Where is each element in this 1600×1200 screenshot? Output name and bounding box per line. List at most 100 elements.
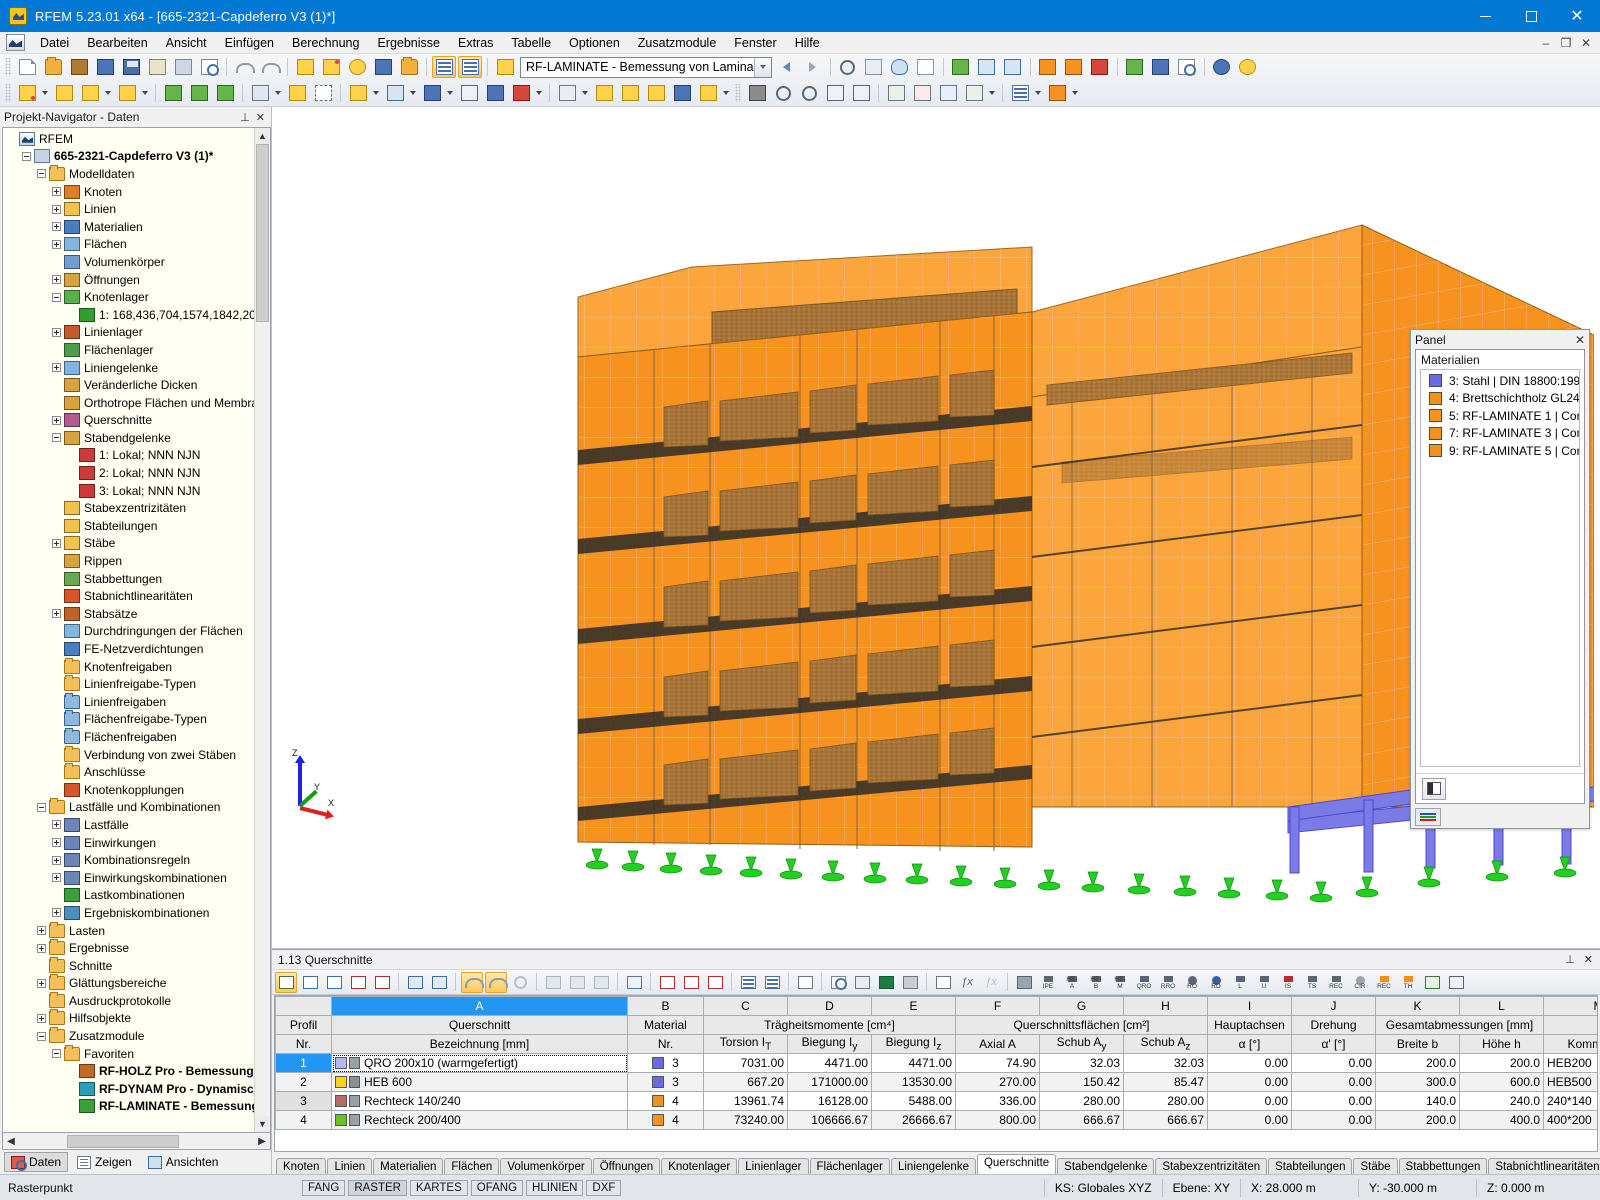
tree-item-rfem[interactable]: RFEM xyxy=(7,130,270,148)
section-type-ro-button[interactable]: RO xyxy=(1181,972,1203,993)
section-type-ipe-button[interactable]: IPE xyxy=(1037,972,1059,993)
col-letter-b[interactable]: B xyxy=(627,996,704,1016)
view-negy-button[interactable] xyxy=(962,82,986,104)
new-node-button[interactable] xyxy=(15,82,39,104)
mdi-minimize-icon[interactable]: ‒ xyxy=(1538,36,1554,50)
mirror-button[interactable] xyxy=(618,82,642,104)
legend-item[interactable]: 7: RF-LAMINATE 3 | Con xyxy=(1421,425,1579,443)
scroll-left-icon[interactable]: ◀ xyxy=(3,1136,19,1147)
refresh-table-button[interactable] xyxy=(509,972,531,993)
toolbar-grip[interactable] xyxy=(5,58,11,76)
tree-item-volumenkörper[interactable]: Volumenkörper xyxy=(7,253,270,271)
sheet-tab-stabbettungen[interactable]: Stabbettungen xyxy=(1398,1158,1488,1174)
col-letter-e[interactable]: E xyxy=(871,996,956,1016)
menu-einfuegen[interactable]: Einfügen xyxy=(216,34,283,52)
cell-comment[interactable]: HEB200 xyxy=(1543,1053,1597,1073)
tree-item-stabendgelenke[interactable]: Stabendgelenke xyxy=(7,429,270,447)
redo-button[interactable] xyxy=(258,56,282,78)
cell-axial-a[interactable]: 800.00 xyxy=(955,1110,1040,1130)
table-style-button[interactable] xyxy=(737,972,759,993)
redo-table-button[interactable] xyxy=(485,971,508,993)
minimize-button[interactable] xyxy=(1462,0,1508,32)
tree-item-stabnichtlinearitäten[interactable]: Stabnichtlinearitäten xyxy=(7,587,270,605)
maximize-button[interactable] xyxy=(1508,0,1554,32)
tree-item-ergebniskombinationen[interactable]: Ergebniskombinationen xyxy=(7,904,270,922)
tree-item-knotenkopplungen[interactable]: Knotenkopplungen xyxy=(7,781,270,799)
mdi-close-icon[interactable]: ✕ xyxy=(1578,36,1594,50)
menu-ansicht[interactable]: Ansicht xyxy=(157,34,216,52)
sheet-tab-linienlager[interactable]: Linienlager xyxy=(738,1158,809,1174)
cell-material-no[interactable]: 3 xyxy=(627,1072,704,1092)
cell-axial-a[interactable]: 74.90 xyxy=(955,1053,1040,1073)
sheet-tab-knotenlager[interactable]: Knotenlager xyxy=(661,1158,738,1174)
view-dropdown-caret[interactable] xyxy=(987,82,996,104)
tree-expand-icon[interactable] xyxy=(37,1013,46,1023)
panel-colorbar-icon[interactable] xyxy=(1415,808,1441,826)
tree-item-fe-netzverdichtungen[interactable]: FE-Netzverdichtungen xyxy=(7,640,270,658)
table-pin-icon[interactable]: ⊥ xyxy=(1565,953,1575,966)
move-dropdown-caret[interactable] xyxy=(580,82,589,104)
new-line2-button[interactable] xyxy=(78,82,102,104)
tree-expand-icon[interactable] xyxy=(52,838,61,848)
cell-biegung-iy[interactable]: 16128.00 xyxy=(787,1091,872,1111)
menu-hilfe[interactable]: Hilfe xyxy=(786,34,829,52)
toolbar-grip[interactable] xyxy=(5,84,11,102)
menu-zusatzmodule[interactable]: Zusatzmodule xyxy=(629,34,726,52)
new-button[interactable] xyxy=(15,56,39,78)
tree-collapse-icon[interactable] xyxy=(52,292,61,302)
cell-alpha-prime[interactable]: 0.00 xyxy=(1291,1091,1376,1111)
status-toggle-hlinien[interactable]: HLINIEN xyxy=(526,1179,584,1196)
show-grid-button[interactable] xyxy=(458,56,482,78)
help-button[interactable] xyxy=(1236,56,1260,78)
load-result-button[interactable] xyxy=(862,56,886,78)
cell-biegung-iz[interactable]: 26666.67 xyxy=(871,1110,956,1130)
surface-dropdown-caret[interactable] xyxy=(371,82,380,104)
menu-optionen[interactable]: Optionen xyxy=(560,34,629,52)
zoom-out-button[interactable] xyxy=(797,82,821,104)
insert-after-button[interactable] xyxy=(704,972,726,993)
tree-expand-icon[interactable] xyxy=(52,275,61,285)
close-button[interactable]: ✕ xyxy=(1554,0,1600,32)
member-dropdown-caret[interactable] xyxy=(534,82,543,104)
dimension-button[interactable] xyxy=(248,82,272,104)
show-table-button[interactable] xyxy=(432,56,456,78)
undo-table-button[interactable] xyxy=(461,971,484,993)
tree-item-rf-dynam-pro-dynamisch[interactable]: RF-DYNAM Pro - Dynamisch xyxy=(7,1080,270,1098)
cell-schub-ay[interactable]: 280.00 xyxy=(1039,1091,1124,1111)
sheet-tab-volumenkörper[interactable]: Volumenkörper xyxy=(500,1158,592,1174)
col-letter-i[interactable]: I xyxy=(1207,996,1292,1016)
view-z-button[interactable] xyxy=(936,82,960,104)
status-toggle-kartes[interactable]: KARTES xyxy=(409,1179,468,1196)
tree-item-stabsätze[interactable]: Stabsätze xyxy=(7,605,270,623)
tree-collapse-icon[interactable] xyxy=(52,1049,61,1059)
blocks-button[interactable] xyxy=(93,56,117,78)
cell-section-name[interactable]: HEB 600 xyxy=(331,1072,628,1092)
cell-biegung-iz[interactable]: 13530.00 xyxy=(871,1072,956,1092)
loads3-button[interactable] xyxy=(1088,56,1112,78)
sheet-tab-flächen[interactable]: Flächen xyxy=(444,1158,500,1174)
open-model-button[interactable] xyxy=(67,56,91,78)
nodal-support-button[interactable] xyxy=(161,82,185,104)
cell-schub-ay[interactable]: 32.03 xyxy=(1039,1053,1124,1073)
rotate-button[interactable] xyxy=(592,82,616,104)
cell-axial-a[interactable]: 336.00 xyxy=(955,1091,1040,1111)
surface-support-button[interactable] xyxy=(213,82,237,104)
select-add-button[interactable] xyxy=(371,56,395,78)
delete-rows-button[interactable] xyxy=(656,972,678,993)
printout-button[interactable] xyxy=(1175,56,1199,78)
cross-section-table[interactable]: A B C D E F G H I J K L Profil Querschni… xyxy=(274,995,1598,1152)
tree-expand-icon[interactable] xyxy=(52,363,61,373)
next-module-button[interactable] xyxy=(801,56,825,78)
sheet-tab-materialien[interactable]: Materialien xyxy=(373,1158,444,1174)
copy-objects-button[interactable] xyxy=(397,56,421,78)
solid-dropdown-caret[interactable] xyxy=(445,82,454,104)
section-type-hem-button[interactable]: HE-M xyxy=(1109,972,1131,993)
cell-hoehe-h[interactable]: 600.0 xyxy=(1459,1072,1544,1092)
cell-breite-b[interactable]: 200.0 xyxy=(1375,1110,1460,1130)
cell-alpha-prime[interactable]: 0.00 xyxy=(1291,1053,1376,1073)
extrude-button[interactable] xyxy=(696,82,720,104)
section-3d-button[interactable] xyxy=(1445,972,1467,993)
menu-fenster[interactable]: Fenster xyxy=(725,34,785,52)
zoom-window-button[interactable] xyxy=(771,82,795,104)
print-button[interactable] xyxy=(171,56,195,78)
